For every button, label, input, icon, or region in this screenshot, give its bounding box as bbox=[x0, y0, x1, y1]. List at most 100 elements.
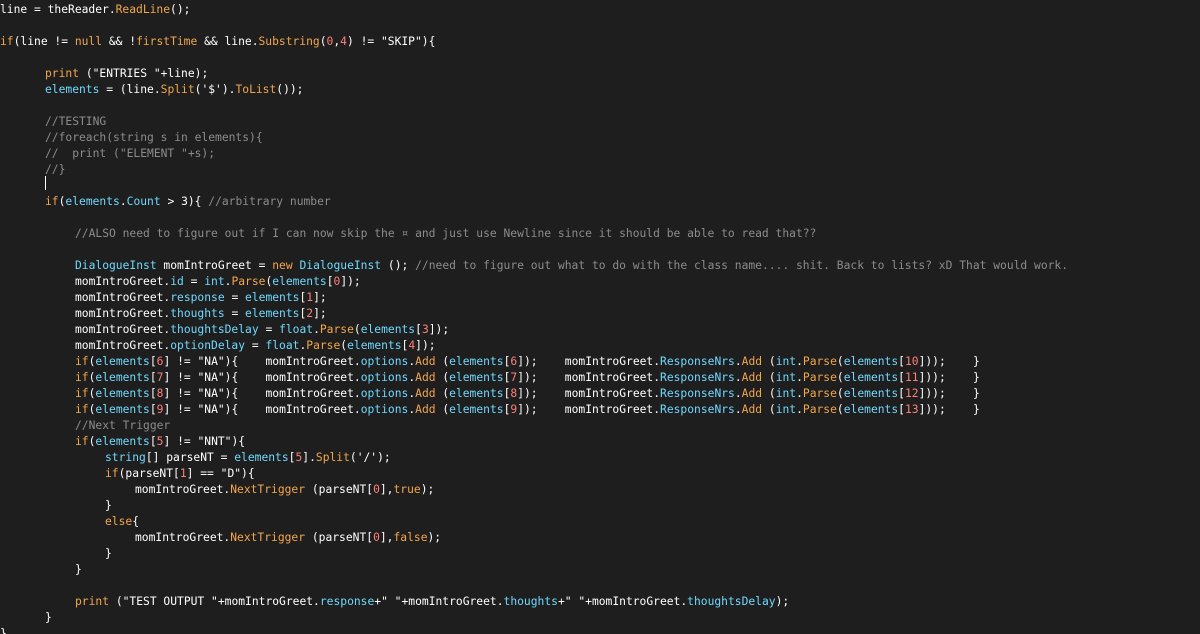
code-token: ( bbox=[836, 403, 844, 416]
code-token: . bbox=[734, 355, 742, 368]
code-token: Parse bbox=[306, 339, 341, 352]
code-token: [ bbox=[898, 403, 905, 416]
code-line[interactable]: } bbox=[45, 610, 52, 626]
code-token: thoughtsDelay bbox=[170, 323, 259, 336]
code-editor[interactable]: line = theReader.ReadLine(); if(line != n… bbox=[0, 0, 1200, 634]
code-token: momIntroGreet. bbox=[75, 291, 171, 304]
code-line[interactable]: print ("TEST OUTPUT "+momIntroGreet.resp… bbox=[75, 594, 789, 610]
code-line[interactable]: momIntroGreet.optionDelay = float.Parse(… bbox=[75, 338, 436, 354]
code-token: ("ENTRIES "+line); bbox=[79, 67, 209, 80]
code-line[interactable]: momIntroGreet.thoughtsDelay = float.Pars… bbox=[75, 322, 449, 338]
code-token: . bbox=[796, 403, 803, 416]
code-token: ); bbox=[420, 483, 435, 496]
code-token: ReadLine bbox=[115, 3, 171, 16]
code-token: momIntroGreet. bbox=[135, 483, 231, 496]
code-token: ] != "NA"){ momIntroGreet. bbox=[163, 371, 361, 384]
code-token: if bbox=[75, 355, 89, 368]
code-token: elements bbox=[843, 387, 899, 400]
code-token: options bbox=[360, 387, 409, 400]
code-token: true bbox=[393, 483, 421, 496]
code-token: = bbox=[183, 275, 205, 288]
code-token: elements bbox=[449, 403, 504, 416]
code-line[interactable]: string[] parseNT = elements[5].Split('/'… bbox=[105, 450, 391, 466]
code-line[interactable]: momIntroGreet.id = int.Parse(elements[0]… bbox=[75, 274, 361, 290]
code-line[interactable]: if(elements[6] != "NA"){ momIntroGreet.o… bbox=[75, 354, 980, 370]
code-line[interactable]: if(elements[5] != "NNT"){ bbox=[75, 434, 245, 450]
code-token: && line. bbox=[197, 35, 259, 48]
code-token: ])); } bbox=[918, 355, 980, 368]
code-line[interactable]: if(elements[7] != "NA"){ momIntroGreet.o… bbox=[75, 370, 980, 386]
code-token: ); bbox=[427, 531, 442, 544]
code-line[interactable]: if(elements.Count > 3){ //arbitrary numb… bbox=[45, 194, 331, 210]
code-token: [ bbox=[415, 323, 422, 336]
code-line[interactable]: momIntroGreet.thoughts = elements[2]; bbox=[75, 306, 327, 322]
code-token: float bbox=[265, 339, 300, 352]
code-token: 0 bbox=[373, 531, 380, 544]
code-token: = bbox=[258, 323, 280, 336]
code-token: = bbox=[224, 291, 246, 304]
code-token: ( bbox=[435, 371, 450, 384]
code-token: Add bbox=[741, 355, 763, 368]
code-line[interactable]: print ("ENTRIES "+line); bbox=[45, 66, 208, 82]
code-line[interactable]: else{ bbox=[105, 514, 139, 530]
code-token: ]); momIntroGreet. bbox=[517, 355, 661, 368]
code-line[interactable]: } bbox=[75, 562, 82, 578]
code-token: Add bbox=[741, 371, 763, 384]
code-token: ( bbox=[435, 403, 450, 416]
code-line[interactable]: if(line != null && !firstTime && line.Su… bbox=[0, 34, 435, 50]
code-token: [ bbox=[149, 435, 157, 448]
code-token: ])); } bbox=[918, 387, 980, 400]
code-token: elements bbox=[95, 403, 150, 416]
code-token: } bbox=[45, 611, 52, 624]
code-line[interactable]: momIntroGreet.NextTrigger (parseNT[0],fa… bbox=[135, 530, 441, 546]
code-token: if bbox=[45, 195, 59, 208]
code-token: ( bbox=[836, 387, 844, 400]
code-token: elements bbox=[245, 307, 300, 320]
code-token: DialogueInst bbox=[75, 259, 157, 272]
code-token: +" "+momIntroGreet. bbox=[374, 595, 504, 608]
code-token: elements bbox=[95, 435, 150, 448]
code-line[interactable]: } bbox=[105, 498, 112, 514]
code-line[interactable]: momIntroGreet.response = elements[1]; bbox=[75, 290, 327, 306]
code-line[interactable]: //TESTING bbox=[45, 114, 106, 130]
code-token: 11 bbox=[904, 371, 919, 384]
code-token: 3 bbox=[421, 323, 429, 336]
code-token: print bbox=[45, 67, 80, 80]
code-line[interactable]: //ALSO need to figure out if I can now s… bbox=[75, 226, 816, 242]
code-token: if bbox=[105, 467, 119, 480]
code-token: Parse bbox=[231, 275, 266, 288]
code-line[interactable]: //Next Trigger bbox=[75, 418, 170, 434]
code-token: ] == "D"){ bbox=[186, 467, 255, 480]
code-token: ('$'). bbox=[194, 83, 236, 96]
code-line[interactable]: } bbox=[0, 626, 7, 634]
code-line[interactable]: if(elements[9] != "NA"){ momIntroGreet.o… bbox=[75, 402, 980, 418]
code-token: . bbox=[313, 323, 320, 336]
code-line[interactable]: momIntroGreet.NextTrigger (parseNT[0],tr… bbox=[135, 482, 434, 498]
code-line[interactable]: if(elements[8] != "NA"){ momIntroGreet.o… bbox=[75, 386, 980, 402]
code-token: ])); } bbox=[918, 403, 980, 416]
code-token: ]; bbox=[313, 291, 327, 304]
code-token: (); bbox=[381, 259, 416, 272]
code-token: } bbox=[105, 499, 112, 512]
code-line[interactable]: line = theReader.ReadLine(); bbox=[0, 2, 190, 18]
code-token: int bbox=[204, 275, 225, 288]
code-token: int bbox=[775, 355, 797, 368]
code-token: (parseNT[ bbox=[305, 483, 374, 496]
code-token: > 3){ bbox=[160, 195, 209, 208]
code-line[interactable]: //foreach(string s in elements){ bbox=[45, 130, 263, 146]
code-token: ], bbox=[379, 483, 394, 496]
code-line[interactable]: } bbox=[105, 546, 112, 562]
code-line[interactable]: //} bbox=[45, 162, 65, 178]
code-token: 4 bbox=[340, 35, 347, 48]
code-token: ('/'); bbox=[349, 451, 391, 464]
code-line[interactable]: DialogueInst momIntroGreet = new Dialogu… bbox=[75, 258, 1068, 274]
code-token: Add bbox=[415, 387, 436, 400]
code-token: new bbox=[272, 259, 293, 272]
code-line[interactable]: elements = (line.Split('$').ToList()); bbox=[45, 82, 304, 98]
code-line[interactable]: if(parseNT[1] == "D"){ bbox=[105, 466, 255, 482]
code-token: (); bbox=[170, 3, 191, 16]
code-line[interactable]: // print ("ELEMENT "+s); bbox=[45, 146, 215, 162]
code-token: } bbox=[0, 627, 7, 634]
code-token: = bbox=[224, 307, 246, 320]
code-token: Add bbox=[741, 403, 763, 416]
